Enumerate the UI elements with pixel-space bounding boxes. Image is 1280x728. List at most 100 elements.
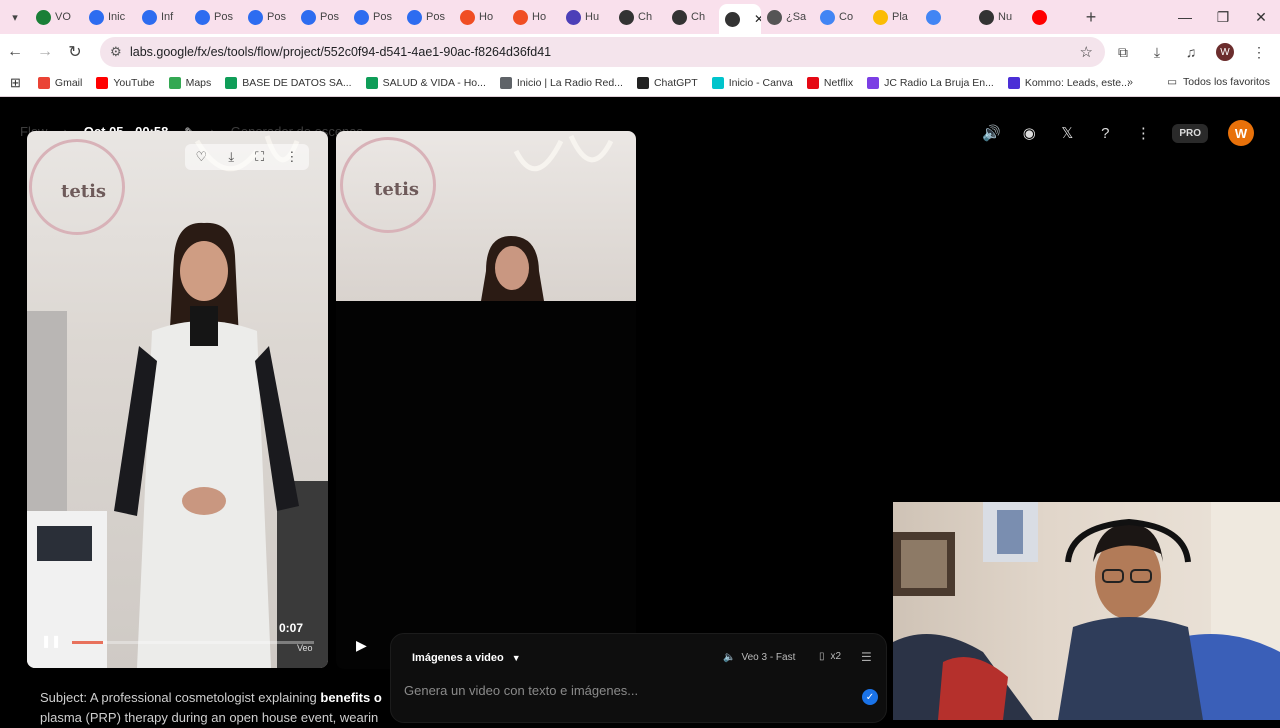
download-icon[interactable]: ⤓ — [228, 149, 234, 165]
browser-tab[interactable] — [1026, 4, 1079, 30]
reload-button[interactable]: ↻ — [60, 37, 90, 67]
zoom-icon — [248, 9, 263, 25]
webcam-scene — [893, 502, 1280, 720]
new-tab-button[interactable]: + — [1079, 7, 1103, 28]
bookmark-favicon-icon — [867, 77, 880, 89]
submit-check-icon[interactable]: ✓ — [862, 689, 878, 705]
help-icon[interactable]: ? — [1096, 124, 1114, 142]
folder-icon: ▭ — [1167, 76, 1178, 88]
tab-label: Pos — [214, 11, 233, 23]
fullscreen-icon[interactable]: ⛶ — [255, 149, 264, 165]
zoom-icon — [407, 9, 422, 25]
chatgpt-icon — [619, 9, 634, 25]
model-selector[interactable]: 🔈 Veo 3 - Fast — [723, 652, 795, 663]
volume-icon[interactable]: 🔊 — [982, 124, 1001, 142]
bookmark-label: Maps — [185, 77, 212, 89]
more-menu-icon[interactable]: ⋮ — [1134, 124, 1152, 142]
bookmark-item[interactable]: Kommo: Leads, este... — [1001, 77, 1137, 89]
x-logo-icon[interactable]: 𝕏 — [1058, 124, 1076, 142]
user-avatar[interactable]: W — [1228, 120, 1254, 146]
all-bookmarks-label: Todos los favoritos — [1183, 76, 1270, 88]
bookmark-item[interactable]: YouTube — [89, 77, 161, 89]
browser-tab[interactable]: Pos — [189, 4, 242, 30]
bookmark-favicon-icon — [1007, 77, 1020, 89]
more-bookmarks-chevron-icon[interactable]: » — [1120, 76, 1140, 88]
bookmark-label: Inicio | La Radio Red... — [516, 77, 623, 89]
chatgpt-icon — [979, 9, 994, 25]
bookmark-label: Kommo: Leads, este... — [1024, 77, 1130, 89]
github-icon — [36, 9, 51, 25]
video-card-1[interactable]: tetis ♡ ⤓ ⛶ ⋮ ❚❚ 0:07 Veo — [27, 131, 328, 668]
prompt-input[interactable] — [404, 680, 844, 700]
bookmark-item[interactable]: Gmail — [31, 77, 89, 89]
output-count-selector[interactable]: ▯ x2 — [819, 651, 841, 662]
window-controls: — ❐ ✕ — [1166, 0, 1280, 34]
forward-button[interactable]: → — [30, 37, 60, 67]
settings-sliders-icon[interactable]: ☰ — [861, 650, 872, 664]
browser-tab[interactable]: Ch — [613, 4, 666, 30]
back-button[interactable]: ← — [0, 37, 30, 67]
chrome-menu-icon[interactable]: ⋮ — [1244, 37, 1274, 67]
browser-tab[interactable]: Pla — [867, 4, 920, 30]
profile-avatar[interactable]: W — [1216, 43, 1234, 61]
browser-tab[interactable]: Hu — [560, 4, 613, 30]
browser-tab[interactable]: Inf — [136, 4, 189, 30]
minimize-icon[interactable]: — — [1166, 0, 1204, 34]
browser-tab[interactable]: Pos — [401, 4, 454, 30]
toolbar-actions: ⧉ ⤓ ♫ W ⋮ — [1108, 37, 1274, 67]
video-progress-bar[interactable] — [72, 641, 314, 644]
discord-icon[interactable]: ◉ — [1020, 124, 1038, 142]
browser-tab[interactable]: Pos — [348, 4, 401, 30]
bookmark-item[interactable]: JC Radio La Bruja En... — [860, 77, 1001, 89]
browser-tab[interactable]: Inic — [83, 4, 136, 30]
bookmark-item[interactable]: Inicio - Canva — [705, 77, 800, 89]
restore-icon[interactable]: ❐ — [1204, 0, 1242, 34]
mode-dropdown[interactable]: Imágenes a video ▼ — [412, 652, 521, 664]
bookmark-item[interactable]: Netflix — [800, 77, 860, 89]
browser-tab[interactable]: Co — [814, 4, 867, 30]
tab-label: Inic — [108, 11, 126, 23]
site-info-icon[interactable]: ⚙ — [110, 44, 122, 60]
favorite-heart-icon[interactable]: ♡ — [196, 149, 208, 165]
bookmark-item[interactable]: SALUD & VIDA - Ho... — [359, 77, 493, 89]
browser-tab[interactable]: Ho — [507, 4, 560, 30]
browser-tab[interactable]: Ch — [666, 4, 719, 30]
address-bar[interactable]: ⚙ labs.google/fx/es/tools/flow/project/5… — [100, 37, 1105, 67]
pro-badge: PRO — [1172, 123, 1208, 143]
bookmark-item[interactable]: ChatGPT — [630, 77, 705, 89]
bookmark-item[interactable]: Inicio | La Radio Red... — [493, 77, 630, 89]
pause-icon[interactable]: ❚❚ — [41, 634, 61, 650]
hotmart-icon — [460, 9, 475, 25]
play-icon[interactable]: ▶ — [356, 637, 367, 654]
apps-grid-icon[interactable]: ⊞ — [0, 75, 31, 91]
browser-tab[interactable]: Nu — [973, 4, 1026, 30]
browser-tab[interactable]: Pos — [295, 4, 348, 30]
close-tab-icon[interactable]: ✕ — [754, 12, 761, 26]
bookmarks-bar: ⊞ Gmail YouTube Maps BASE DE DATOS SA... SAL… — [0, 70, 1280, 97]
close-window-icon[interactable]: ✕ — [1242, 0, 1280, 34]
browser-tab[interactable]: VO — [30, 4, 83, 30]
subject-line2: plasma (PRP) therapy during an open hous… — [40, 710, 379, 725]
browser-tab[interactable]: ✕ — [719, 4, 761, 34]
browser-tab[interactable]: ¿Sa — [761, 4, 814, 30]
video-card-2[interactable]: tetis ▶ — [336, 131, 636, 669]
tab-label: Pos — [373, 11, 392, 23]
browser-tab[interactable]: Ho — [454, 4, 507, 30]
tab-search-chevron-icon[interactable]: ▾ — [0, 0, 30, 34]
bookmark-item[interactable]: Maps — [162, 77, 219, 89]
bookmark-label: Inicio - Canva — [728, 77, 793, 89]
zoom-icon — [142, 9, 157, 25]
more-options-icon[interactable]: ⋮ — [285, 149, 298, 165]
downloads-icon[interactable]: ⤓ — [1142, 37, 1172, 67]
bookmark-item[interactable]: BASE DE DATOS SA... — [218, 77, 358, 89]
zoom-icon — [89, 9, 104, 25]
tab-label: Ch — [691, 11, 706, 23]
bookmark-star-icon[interactable]: ☆ — [1080, 43, 1093, 61]
extensions-icon[interactable]: ⧉ — [1108, 37, 1138, 67]
browser-toolbar: ← → ↻ ⚙ labs.google/fx/es/tools/flow/pro… — [0, 34, 1280, 70]
all-bookmarks-button[interactable]: ▭ Todos los favoritos — [1167, 76, 1270, 88]
browser-tab[interactable]: Pos — [242, 4, 295, 30]
media-control-icon[interactable]: ♫ — [1176, 37, 1206, 67]
browser-tab[interactable] — [920, 4, 973, 30]
bookmark-favicon-icon — [636, 77, 649, 89]
